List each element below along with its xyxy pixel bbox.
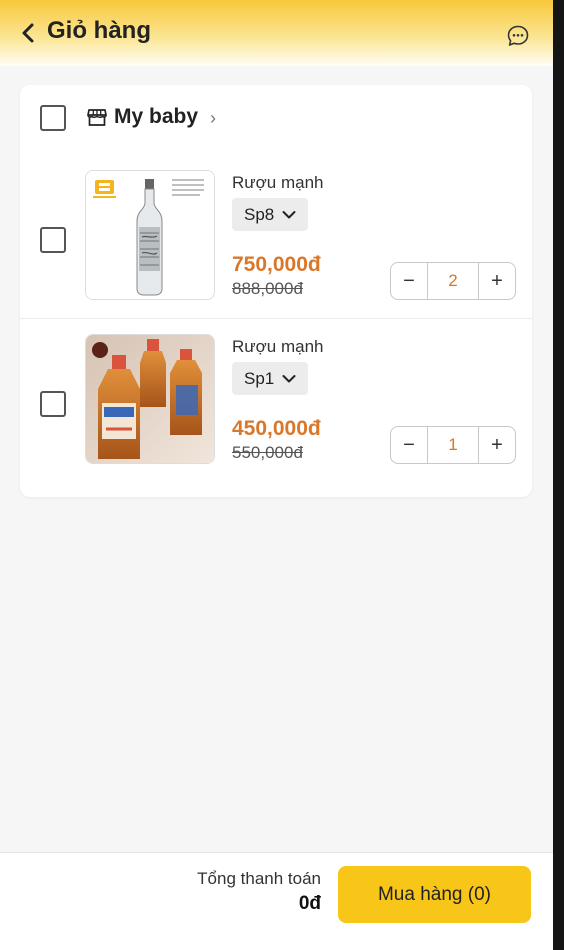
chevron-right-icon[interactable]: › (210, 108, 216, 129)
shop-name-link[interactable]: My baby (114, 105, 198, 129)
window-edge (553, 0, 564, 950)
item-select-checkbox[interactable] (40, 227, 66, 253)
cart-item: Rượu mạnh Sp1 450,000đ 550,000đ − 1 + (20, 318, 532, 482)
store-icon (87, 109, 107, 126)
sale-price: 750,000đ (232, 253, 321, 276)
variant-selector[interactable]: Sp8 (232, 198, 309, 231)
variant-label: Sp1 (244, 368, 275, 388)
decrease-quantity-button[interactable]: − (391, 427, 427, 463)
sale-price: 450,000đ (232, 417, 321, 440)
decrease-quantity-button[interactable]: − (391, 263, 427, 299)
shop-select-checkbox[interactable] (40, 105, 66, 131)
quantity-value[interactable]: 1 (427, 427, 479, 463)
chevron-down-icon (282, 210, 296, 218)
quantity-stepper: − 2 + (390, 262, 516, 300)
variant-label: Sp8 (244, 204, 275, 224)
original-price: 888,000đ (232, 279, 303, 298)
product-image-vodka-bottle[interactable] (85, 170, 215, 300)
chevron-down-icon (282, 374, 296, 382)
product-name: Rượu mạnh (232, 173, 324, 192)
page-title: Giỏ hàng (47, 17, 151, 44)
quantity-stepper: − 1 + (390, 426, 516, 464)
cart-item: Rượu mạnh Sp8 750,000đ 888,000đ − 2 + (20, 155, 532, 319)
chat-icon[interactable] (506, 24, 530, 48)
increase-quantity-button[interactable]: + (479, 263, 515, 299)
variant-selector[interactable]: Sp1 (232, 362, 309, 395)
product-image-liquor-bottles[interactable] (85, 334, 215, 464)
increase-quantity-button[interactable]: + (479, 427, 515, 463)
checkout-button[interactable]: Mua hàng (0) (338, 866, 531, 923)
original-price: 550,000đ (232, 443, 303, 462)
total-label: Tổng thanh toán (197, 869, 321, 888)
product-name: Rượu mạnh (232, 337, 324, 356)
shop-cart-card: My baby › Rượu mạnh Sp8 750,000đ 888,000… (20, 85, 532, 497)
checkout-bar: Tổng thanh toán 0đ Mua hàng (0) (0, 852, 553, 950)
item-select-checkbox[interactable] (40, 391, 66, 417)
header: Giỏ hàng (0, 0, 553, 66)
cart-screen: Giỏ hàng My baby › Rượu mạnh Sp8 750,000… (0, 0, 553, 950)
total-value: 0đ (298, 893, 321, 914)
back-arrow-icon[interactable] (18, 21, 40, 45)
quantity-value[interactable]: 2 (427, 263, 479, 299)
